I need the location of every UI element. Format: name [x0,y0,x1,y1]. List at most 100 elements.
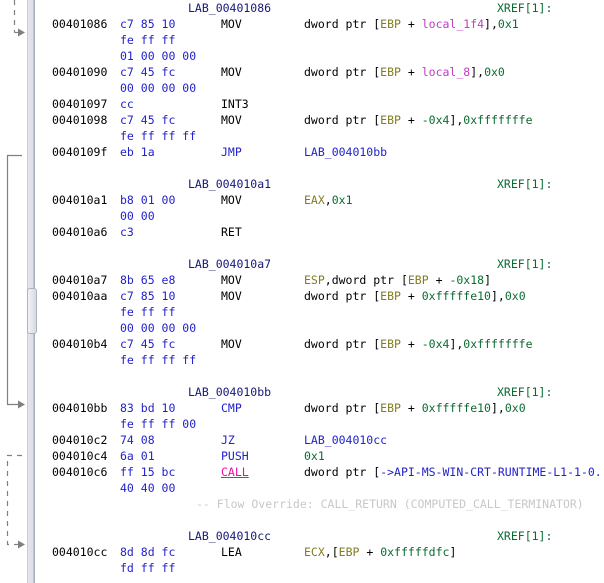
instruction-operands[interactable]: dword ptr [EBP + -0x4],0xfffffffe [304,112,533,128]
operand-token-reg: EBP [380,401,401,415]
instruction-address[interactable]: 00401086 [52,16,107,32]
disassembly-listing[interactable]: LAB_00401086 XREF[1]: 00401086 c7 85 10 MOV d… [38,0,604,583]
instruction-operands[interactable]: dword ptr [->API-MS-WIN-CRT-RUNTIME-L1-1… [304,464,602,480]
listing-instruction-row[interactable]: 004010a1 b8 01 00 MOV EAX,0x1 [38,192,604,208]
instruction-address[interactable]: 00401098 [52,112,107,128]
instruction-mnemonic[interactable]: JZ [221,432,235,448]
instruction-bytes: fe ff ff 00 [120,417,197,431]
instruction-address[interactable]: 00401090 [52,64,107,80]
listing-label-row[interactable]: LAB_00401086 XREF[1]: [38,0,604,16]
operand-token-plain: dword ptr [ [304,337,381,351]
instruction-operands[interactable]: dword ptr [EBP + local_8],0x0 [304,64,505,80]
operand-token-num: -0x18 [449,273,485,287]
instruction-mnemonic[interactable]: MOV [221,336,242,352]
listing-instruction-row[interactable]: 00401086 c7 85 10 MOV dword ptr [EBP + loca… [38,16,604,32]
instruction-mnemonic[interactable]: INT3 [221,96,249,112]
code-label[interactable]: LAB_004010a7 [188,256,271,272]
listing-label-row[interactable]: LAB_004010bb XREF[1]: [38,384,604,400]
listing-instruction-row[interactable]: 004010a6 c3 RET [38,224,604,240]
listing-instruction-row[interactable]: 004010c2 74 08 JZ LAB_004010cc [38,432,604,448]
instruction-operands[interactable]: 0x1 [304,448,325,464]
xref-badge[interactable]: XREF[1]: [497,256,552,272]
instruction-operands[interactable]: EAX,0x1 [304,192,353,208]
instruction-address[interactable]: 004010a6 [52,224,107,240]
listing-bytes-continuation-row[interactable]: 00 00 00 00 [38,320,604,336]
code-label[interactable]: LAB_004010bb [188,384,271,400]
instruction-operands[interactable]: LAB_004010bb [304,144,387,160]
code-label[interactable]: LAB_004010cc [188,528,271,544]
instruction-mnemonic[interactable]: MOV [221,16,242,32]
vertical-scrollbar-thumb[interactable] [27,288,37,334]
listing-instruction-row[interactable]: 0040109f eb 1a JMP LAB_004010bb [38,144,604,160]
listing-bytes-continuation-row[interactable]: fe ff ff ff [38,352,604,368]
instruction-mnemonic[interactable]: MOV [221,64,242,80]
instruction-address[interactable]: 004010a1 [52,192,107,208]
instruction-operands[interactable]: dword ptr [EBP + 0xfffffe10],0x0 [304,400,526,416]
instruction-mnemonic[interactable]: LEA [221,544,242,560]
instruction-address[interactable]: 00401097 [52,96,107,112]
instruction-mnemonic[interactable]: MOV [221,288,242,304]
listing-instruction-row[interactable]: 004010bb 83 bd 10 CMP dword ptr [EBP + 0xff… [38,400,604,416]
xref-badge[interactable]: XREF[1]: [497,384,552,400]
operand-token-plain: ], [490,401,505,415]
instruction-address[interactable]: 004010cc [52,544,107,560]
listing-bytes-continuation-row[interactable]: fe ff ff [38,304,604,320]
listing-label-row[interactable]: LAB_004010cc XREF[1]: [38,528,604,544]
listing-bytes-continuation-row[interactable]: fd ff ff [38,560,604,576]
code-label[interactable]: LAB_00401086 [188,0,271,16]
code-label[interactable]: LAB_004010a1 [188,176,271,192]
operand-token-plain: dword ptr [ [304,465,381,479]
operand-token-plain: + [400,113,422,127]
listing-bytes-continuation-row[interactable]: fe ff ff 00 [38,416,604,432]
instruction-operands[interactable]: dword ptr [EBP + -0x4],0xfffffffe [304,336,533,352]
operand-token-num: 0x0 [484,65,505,79]
instruction-operands[interactable]: dword ptr [EBP + 0xfffffe10],0x0 [304,288,526,304]
instruction-address[interactable]: 004010c6 [52,464,107,480]
instruction-address[interactable]: 004010c2 [52,432,107,448]
xref-badge[interactable]: XREF[1]: [497,528,552,544]
listing-bytes-continuation-row[interactable]: fe ff ff ff [38,128,604,144]
listing-instruction-row[interactable]: 004010cc 8d 8d fc LEA ECX,[EBP + 0xfffffdfc… [38,544,604,560]
xref-badge[interactable]: XREF[1]: [497,0,552,16]
operand-token-plain: + [400,289,422,303]
instruction-address[interactable]: 004010aa [52,288,107,304]
listing-bytes-continuation-row[interactable]: fe ff ff [38,32,604,48]
listing-bytes-continuation-row[interactable]: 00 00 [38,208,604,224]
listing-instruction-row[interactable]: 00401098 c7 45 fc MOV dword ptr [EBP + -0x4… [38,112,604,128]
xref-badge[interactable]: XREF[1]: [497,176,552,192]
listing-bytes-continuation-row[interactable]: 00 00 00 00 [38,80,604,96]
instruction-mnemonic[interactable]: MOV [221,192,242,208]
instruction-operands[interactable]: ECX,[EBP + 0xfffffdfc] [304,544,456,560]
instruction-address[interactable]: 0040109f [52,144,107,160]
listing-bytes-continuation-row[interactable]: 40 40 00 [38,480,604,496]
instruction-address[interactable]: 004010a7 [52,272,107,288]
instruction-operands[interactable]: dword ptr [EBP + local_1f4],0x1 [304,16,519,32]
instruction-mnemonic[interactable]: MOV [221,272,242,288]
listing-instruction-row[interactable]: 00401097 cc INT3 [38,96,604,112]
instruction-operands[interactable]: LAB_004010cc [304,432,387,448]
instruction-address[interactable]: 004010c4 [52,448,107,464]
operand-token-plain: dword ptr [ [304,401,381,415]
listing-bytes-continuation-row[interactable]: 01 00 00 00 [38,48,604,64]
listing-label-row[interactable]: LAB_004010a7 XREF[1]: [38,256,604,272]
listing-instruction-row[interactable]: 004010b4 c7 45 fc MOV dword ptr [EBP + -0x4… [38,336,604,352]
instruction-operands[interactable]: ESP,dword ptr [EBP + -0x18] [304,272,491,288]
instruction-mnemonic[interactable]: RET [221,224,242,240]
instruction-bytes: 8d 8d fc [120,545,176,559]
instruction-address[interactable]: 004010b4 [52,336,107,352]
listing-instruction-row[interactable]: 004010c4 6a 01 PUSH 0x1 [38,448,604,464]
listing-instruction-row[interactable]: 00401090 c7 45 fc MOV dword ptr [EBP + loca… [38,64,604,80]
listing-instruction-row[interactable]: 004010a7 8b 65 e8 MOV ESP,dword ptr [EBP + … [38,272,604,288]
instruction-address[interactable]: 004010bb [52,400,107,416]
instruction-mnemonic[interactable]: PUSH [221,448,249,464]
operand-token-api[interactable]: ->API-MS-WIN-CRT-RUNTIME-L1-1-0. [380,465,602,479]
listing-instruction-row[interactable]: 004010c6 ff 15 bc CALL dword ptr [->API-MS-… [38,464,604,480]
listing-label-row[interactable]: LAB_004010a1 XREF[1]: [38,176,604,192]
instruction-mnemonic[interactable]: CMP [221,400,242,416]
operand-token-lab[interactable]: LAB_004010bb [304,145,387,159]
operand-token-lab[interactable]: LAB_004010cc [304,433,387,447]
instruction-mnemonic[interactable]: CALL [221,464,249,480]
instruction-mnemonic[interactable]: MOV [221,112,242,128]
listing-instruction-row[interactable]: 004010aa c7 85 10 MOV dword ptr [EBP + 0xff… [38,288,604,304]
instruction-mnemonic[interactable]: JMP [221,144,242,160]
